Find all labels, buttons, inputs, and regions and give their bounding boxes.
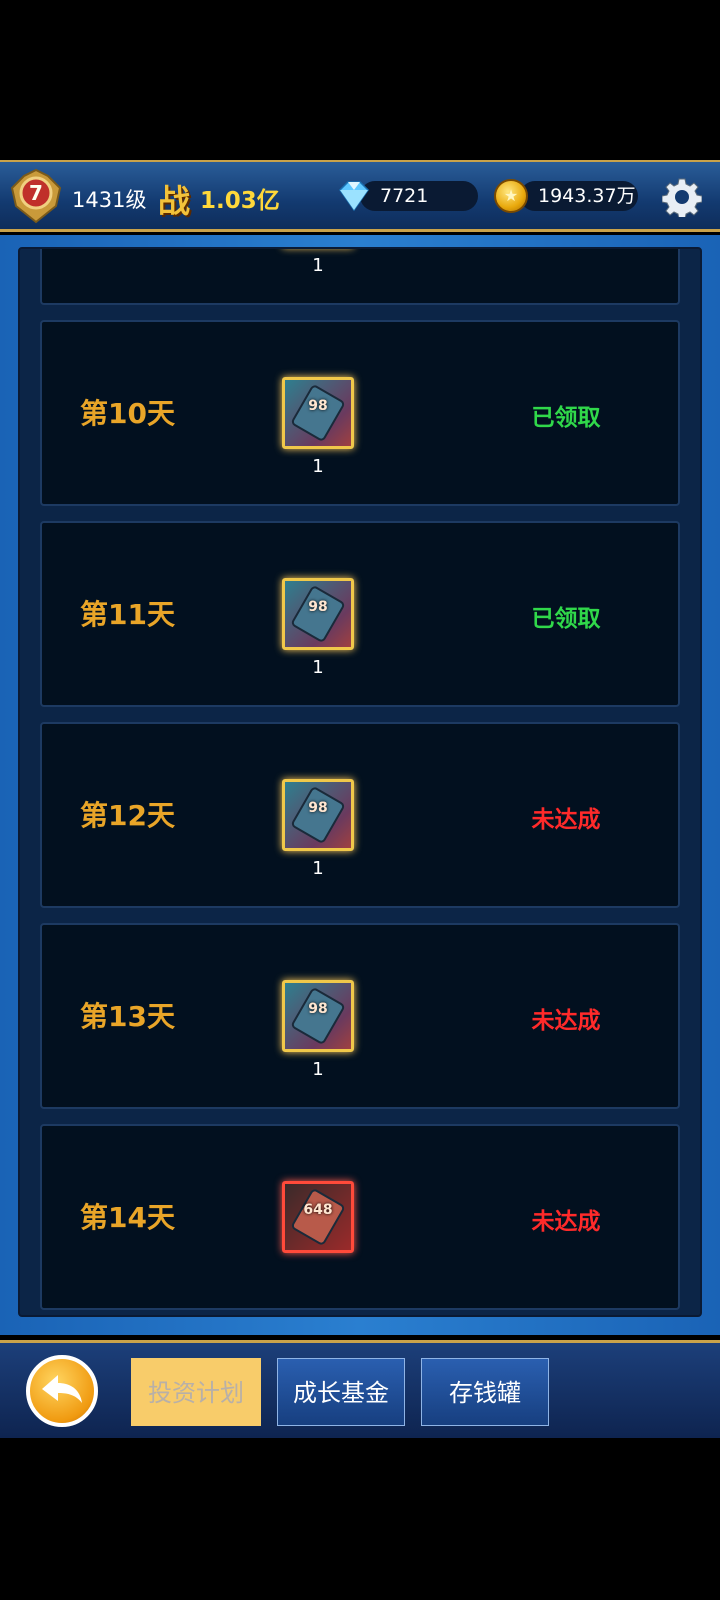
rank-badge-icon[interactable]: 7	[6, 166, 66, 226]
diamond-icon	[339, 181, 369, 212]
reward-status: 已领取	[531, 606, 601, 632]
day-label: 第10天	[80, 397, 175, 430]
bottom-nav-bar: 投资计划 成长基金 存钱罐	[0, 1340, 720, 1438]
reward-quantity: 1	[312, 456, 324, 477]
tab-piggy-bank[interactable]: 存钱罐	[421, 1358, 549, 1426]
day-label: 第13天	[80, 1000, 175, 1033]
reward-item-value: 98	[308, 398, 328, 414]
gold-coin-icon: ★	[494, 179, 528, 213]
diamond-counter[interactable]: 7721	[360, 181, 478, 211]
reward-status[interactable]: 未达成	[506, 1001, 626, 1035]
reward-item-value: 648	[303, 1202, 333, 1218]
tab-growth-fund[interactable]: 成长基金	[277, 1358, 405, 1426]
reward-list-panel[interactable]: 第9天981已领取第10天981已领取第11天981已领取第12天981未达成第…	[18, 247, 702, 1317]
reward-quantity: 1	[312, 657, 324, 678]
reward-row: 第13天 98 1 未达成	[40, 923, 680, 1109]
reward-row: 第9天981已领取	[40, 247, 680, 305]
day-label: 第14天	[80, 1201, 175, 1234]
reward-row: 第14天 648 未达成	[40, 1124, 680, 1310]
reward-row: 第11天 98 1 已领取	[40, 521, 680, 707]
day-label: 第12天	[80, 799, 175, 832]
game-screen: 7 1431级 战 1.03亿 7721 1943.37万 ★ 第9天981已领…	[0, 0, 720, 1600]
reward-item-card[interactable]: 98	[282, 779, 354, 851]
reward-item-card[interactable]: 98	[282, 578, 354, 650]
rank-badge-number: 7	[29, 181, 43, 205]
reward-item-card[interactable]: 98	[282, 247, 354, 248]
reward-item-card[interactable]: 98	[282, 377, 354, 449]
reward-item-value: 98	[308, 599, 328, 615]
reward-item-card[interactable]: 648	[282, 1181, 354, 1253]
top-status-bar: 7 1431级 战 1.03亿 7721 1943.37万 ★	[0, 160, 720, 232]
reward-quantity: 1	[312, 255, 324, 276]
gold-count: 1943.37万	[538, 185, 636, 207]
back-button[interactable]	[26, 1355, 98, 1427]
reward-row: 第10天 98 1 已领取	[40, 320, 680, 506]
gold-counter[interactable]: 1943.37万	[520, 181, 638, 211]
reward-row: 第12天 98 1 未达成	[40, 722, 680, 908]
reward-item-value: 98	[308, 1001, 328, 1017]
combat-power-value: 1.03亿	[200, 188, 280, 214]
reward-item-card[interactable]: 98	[282, 980, 354, 1052]
back-arrow-icon	[42, 1375, 82, 1403]
reward-status[interactable]: 未达成	[506, 1202, 626, 1236]
reward-status: 已领取	[531, 405, 601, 431]
diamond-count: 7721	[380, 185, 429, 207]
day-label: 第11天	[80, 598, 175, 631]
tab-investment-plan[interactable]: 投资计划	[131, 1358, 261, 1426]
combat-power-icon: 战	[158, 182, 191, 220]
reward-item-value: 98	[308, 800, 328, 816]
reward-frame: 第9天981已领取第10天981已领取第11天981已领取第12天981未达成第…	[0, 235, 720, 1335]
reward-quantity: 1	[312, 858, 324, 879]
reward-quantity: 1	[312, 1059, 324, 1080]
player-level: 1431级	[72, 188, 147, 212]
reward-status[interactable]: 未达成	[506, 800, 626, 834]
gear-icon[interactable]	[662, 177, 702, 217]
reward-list: 第9天981已领取第10天981已领取第11天981已领取第12天981未达成第…	[20, 247, 700, 1315]
